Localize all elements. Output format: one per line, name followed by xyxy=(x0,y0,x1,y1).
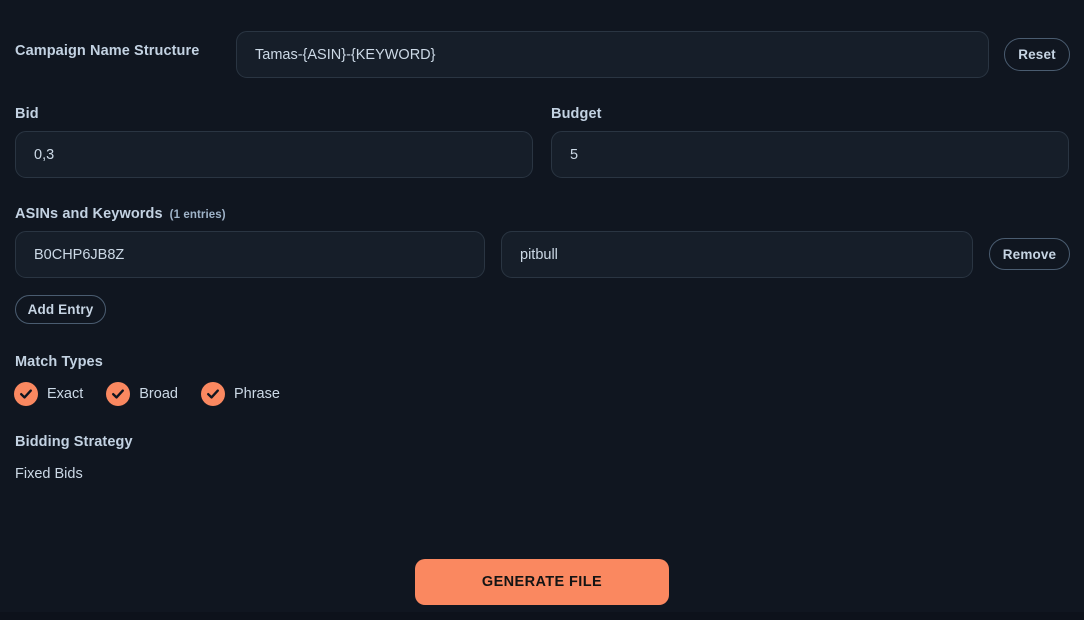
campaign-builder-page: Campaign Name Structure Reset Bid Budget… xyxy=(0,0,1084,620)
match-type-label: Phrase xyxy=(233,386,280,402)
add-entry-button[interactable]: Add Entry xyxy=(15,295,106,324)
bid-input[interactable] xyxy=(15,131,533,178)
reset-button[interactable]: Reset xyxy=(1004,38,1070,71)
bidding-strategy-label: Bidding Strategy xyxy=(15,434,133,450)
asin-input[interactable] xyxy=(15,231,485,278)
match-type-phrase[interactable]: Phrase xyxy=(200,382,280,406)
match-types-row: Exact Broad Phrase xyxy=(14,382,280,406)
bottom-band xyxy=(0,612,1084,620)
bid-label: Bid xyxy=(15,106,39,122)
check-icon[interactable] xyxy=(200,382,225,406)
check-icon[interactable] xyxy=(106,382,131,406)
campaign-name-structure-input[interactable] xyxy=(236,31,989,78)
check-icon[interactable] xyxy=(14,382,38,406)
entries-count-label: (1 entries) xyxy=(169,209,226,221)
match-type-label: Exact xyxy=(47,386,84,402)
keyword-input[interactable] xyxy=(501,231,973,278)
remove-entry-button[interactable]: Remove xyxy=(989,238,1070,270)
generate-file-button[interactable]: GENERATE FILE xyxy=(415,559,669,605)
budget-label: Budget xyxy=(551,106,602,122)
match-type-broad[interactable]: Broad xyxy=(106,382,178,406)
match-type-label: Broad xyxy=(139,386,178,402)
bidding-strategy-value: Fixed Bids xyxy=(15,466,83,482)
campaign-name-structure-label: Campaign Name Structure xyxy=(15,43,200,59)
match-types-label: Match Types xyxy=(15,354,103,370)
asins-and-keywords-label: ASINs and Keywords xyxy=(15,206,163,222)
budget-input[interactable] xyxy=(551,131,1069,178)
match-type-exact[interactable]: Exact xyxy=(14,382,83,406)
asins-and-keywords-heading: ASINs and Keywords (1 entries) xyxy=(15,206,226,222)
